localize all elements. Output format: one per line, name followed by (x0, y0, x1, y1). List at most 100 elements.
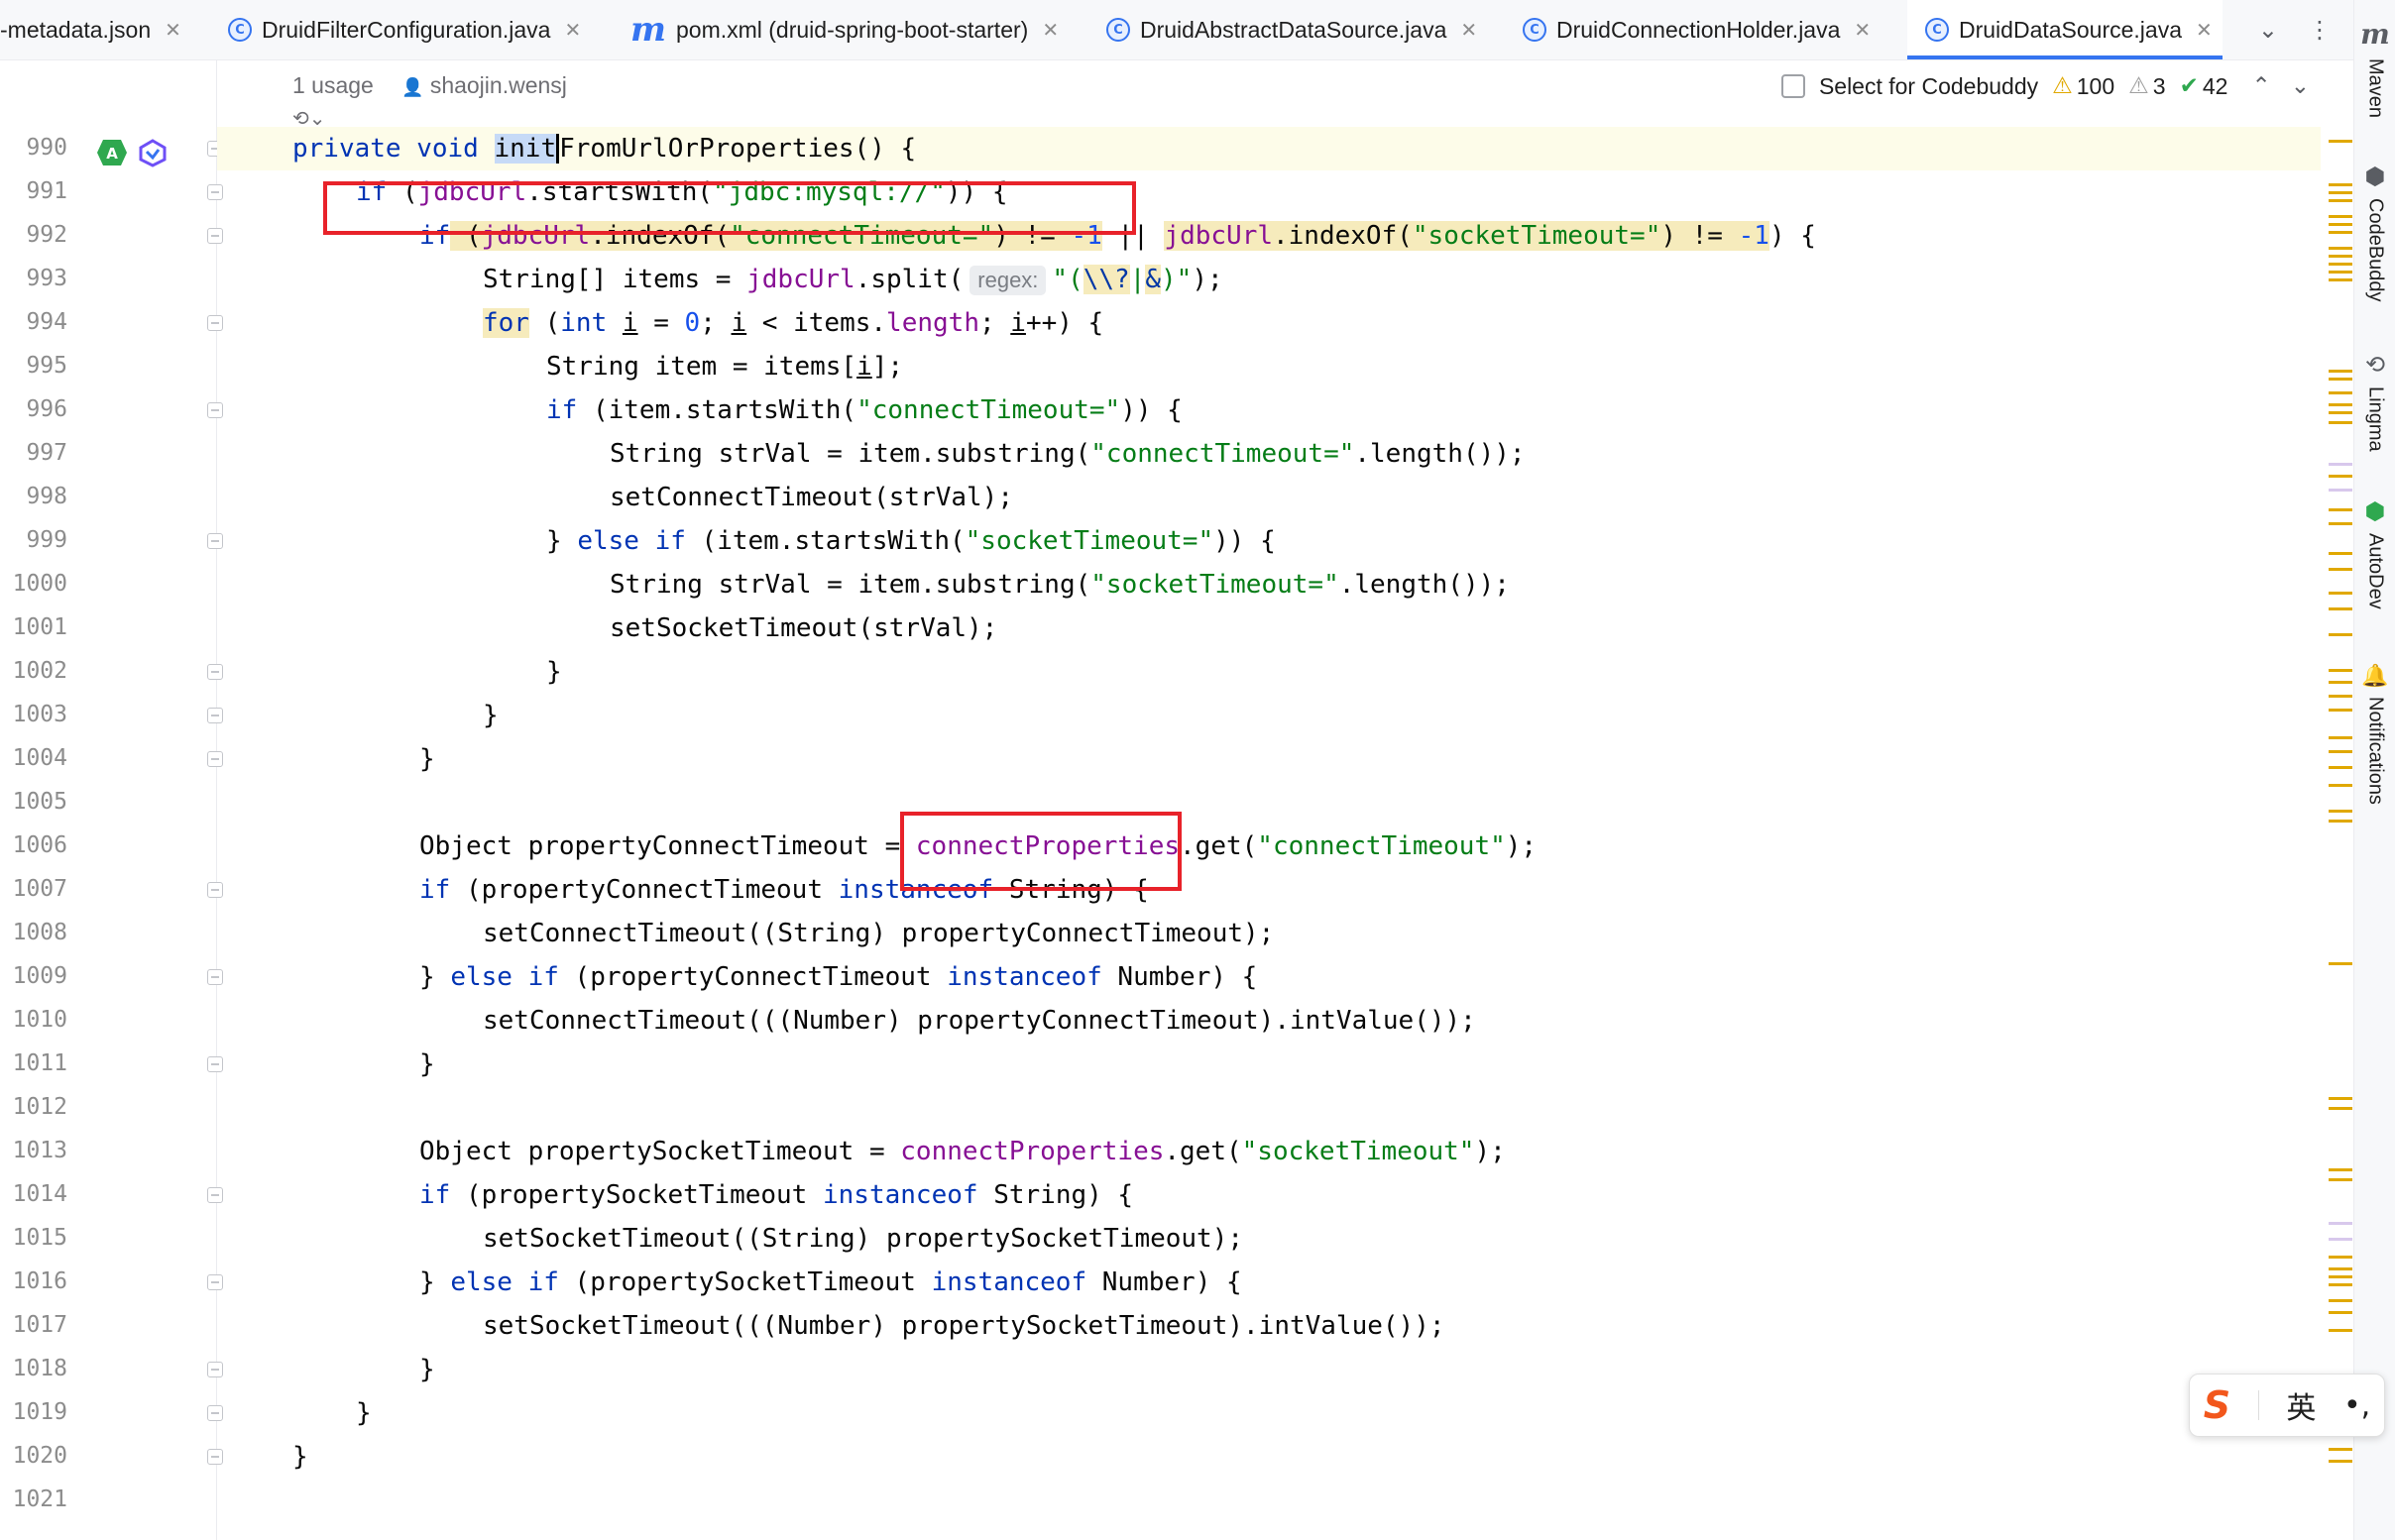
stripe-marker[interactable] (2329, 255, 2352, 258)
right-tool-window-bar: m Maven ⬢ CodeBuddy ⟲ Lingma ⬢ AutoDev 🔔… (2353, 0, 2395, 1540)
code-line-1002: } (546, 657, 562, 687)
stripe-marker[interactable] (2329, 784, 2352, 787)
stripe-marker[interactable] (2329, 1460, 2352, 1463)
stripe-marker[interactable] (2329, 1256, 2352, 1259)
ai-assistant-icon[interactable]: A (95, 138, 129, 167)
error-stripe[interactable] (2321, 60, 2352, 1540)
stripe-marker[interactable] (2329, 750, 2352, 753)
stripe-marker[interactable] (2329, 1097, 2352, 1100)
line-number: 1002 (12, 658, 67, 684)
stripe-marker[interactable] (2329, 1275, 2352, 1278)
stripe-marker[interactable] (2329, 199, 2352, 202)
line-number: 991 (26, 178, 67, 204)
stripe-marker[interactable] (2329, 820, 2352, 823)
stripe-marker[interactable] (2329, 271, 2352, 274)
close-icon[interactable]: ✕ (1854, 18, 1871, 42)
stripe-marker[interactable] (2329, 669, 2352, 672)
autodev-tool-button[interactable]: ⬢ AutoDev (2354, 497, 2395, 609)
close-icon[interactable]: ✕ (1460, 18, 1477, 42)
warning-count[interactable]: ⚠ 100 (2052, 73, 2114, 100)
ime-punctuation-icon[interactable]: •, (2343, 1388, 2370, 1423)
stripe-marker[interactable] (2329, 1267, 2352, 1270)
stripe-marker[interactable] (2329, 489, 2352, 492)
stripe-marker[interactable] (2329, 391, 2352, 394)
codebuddy-select-label[interactable]: Select for Codebuddy (1819, 73, 2038, 100)
stripe-marker[interactable] (2329, 1283, 2352, 1286)
stripe-marker[interactable] (2329, 607, 2352, 610)
notifications-tool-button[interactable]: 🔔 Notifications (2354, 664, 2395, 805)
close-icon[interactable]: ✕ (165, 18, 181, 42)
line-number: 1018 (12, 1356, 67, 1381)
stripe-marker[interactable] (2329, 223, 2352, 226)
maven-tool-button[interactable]: m Maven (2354, 18, 2395, 118)
line-number: 1014 (12, 1181, 67, 1207)
stripe-marker[interactable] (2329, 1178, 2352, 1181)
stripe-marker[interactable] (2329, 378, 2352, 381)
stripe-marker[interactable] (2329, 411, 2352, 414)
previous-highlight-icon[interactable]: ⌃ (2251, 73, 2270, 99)
ime-language[interactable]: 英 (2286, 1383, 2316, 1427)
more-options-icon[interactable]: ⋮ (2308, 16, 2332, 44)
stripe-marker[interactable] (2329, 370, 2352, 373)
code-line-997: String strVal = item.substring("connectT… (610, 439, 1526, 469)
stripe-marker[interactable] (2329, 695, 2352, 698)
typo-count[interactable]: ✔ 42 (2180, 73, 2228, 100)
chevron-down-icon[interactable]: ⌄ (2258, 16, 2278, 44)
stripe-marker[interactable] (2329, 568, 2352, 571)
stripe-marker[interactable] (2329, 736, 2352, 739)
stripe-marker[interactable] (2329, 463, 2352, 466)
tab-pom-xml[interactable]: m pom.xml (druid-spring-boot-starter) ✕ (630, 0, 1059, 59)
input-method-widget[interactable]: S 英 •, (2189, 1374, 2385, 1437)
stripe-marker[interactable] (2329, 403, 2352, 406)
weak-warning-count[interactable]: ⚠ 3 (2128, 73, 2165, 100)
usage-hint[interactable]: 1 usage (292, 72, 374, 99)
stripe-marker[interactable] (2329, 278, 2352, 281)
stripe-marker[interactable] (2329, 1168, 2352, 1171)
stripe-marker[interactable] (2329, 247, 2352, 250)
stripe-marker[interactable] (2329, 766, 2352, 769)
stripe-marker[interactable] (2329, 140, 2352, 143)
close-icon[interactable]: ✕ (1042, 18, 1059, 42)
stripe-marker[interactable] (2329, 215, 2352, 218)
lingma-icon[interactable] (137, 138, 169, 167)
tab-druid-connection-holder[interactable]: C DruidConnectionHolder.java ✕ (1523, 0, 1871, 59)
tab-druid-filter-configuration[interactable]: C DruidFilterConfiguration.java ✕ (228, 0, 581, 59)
next-highlight-icon[interactable]: ⌄ (2291, 73, 2310, 99)
stripe-marker[interactable] (2329, 522, 2352, 525)
codebuddy-tool-button[interactable]: ⬢ CodeBuddy (2354, 163, 2395, 302)
tab-druid-abstract-data-source[interactable]: C DruidAbstractDataSource.java ✕ (1106, 0, 1477, 59)
stripe-marker[interactable] (2329, 183, 2352, 186)
stripe-marker[interactable] (2329, 1238, 2352, 1241)
close-icon[interactable]: ✕ (2196, 18, 2213, 42)
stripe-marker[interactable] (2329, 810, 2352, 813)
code-line-1018: } (419, 1355, 435, 1384)
stripe-marker[interactable] (2329, 681, 2352, 684)
stripe-marker[interactable] (2329, 1448, 2352, 1451)
tab-druid-data-source[interactable]: C DruidDataSource.java ✕ (1907, 0, 2223, 59)
codebuddy-checkbox[interactable] (1780, 74, 1805, 98)
ime-divider (2257, 1390, 2259, 1420)
stripe-marker[interactable] (2329, 1107, 2352, 1110)
close-icon[interactable]: ✕ (564, 18, 581, 42)
stripe-marker[interactable] (2329, 1329, 2352, 1332)
stripe-marker[interactable] (2329, 962, 2352, 965)
stripe-marker[interactable] (2329, 592, 2352, 595)
stripe-marker[interactable] (2329, 1311, 2352, 1314)
svg-text:A: A (106, 145, 118, 163)
stripe-marker[interactable] (2329, 1299, 2352, 1302)
stripe-marker[interactable] (2329, 709, 2352, 712)
stripe-marker[interactable] (2329, 508, 2352, 511)
stripe-marker[interactable] (2329, 421, 2352, 424)
stripe-marker[interactable] (2329, 1222, 2352, 1225)
code-editor[interactable]: 1 usage 👤 shaojin.wensj ⟲⌄ private void … (217, 60, 2321, 1540)
stripe-marker[interactable] (2329, 191, 2352, 194)
maven-file-icon: m (630, 10, 666, 50)
lingma-tool-button[interactable]: ⟲ Lingma (2354, 351, 2395, 452)
line-number: 1001 (12, 614, 67, 640)
tab-metadata-json[interactable]: -metadata.json ✕ (0, 0, 210, 59)
stripe-marker[interactable] (2329, 263, 2352, 266)
stripe-marker[interactable] (2329, 231, 2352, 234)
stripe-marker[interactable] (2329, 633, 2352, 636)
stripe-marker[interactable] (2329, 552, 2352, 555)
stripe-marker[interactable] (2329, 475, 2352, 478)
